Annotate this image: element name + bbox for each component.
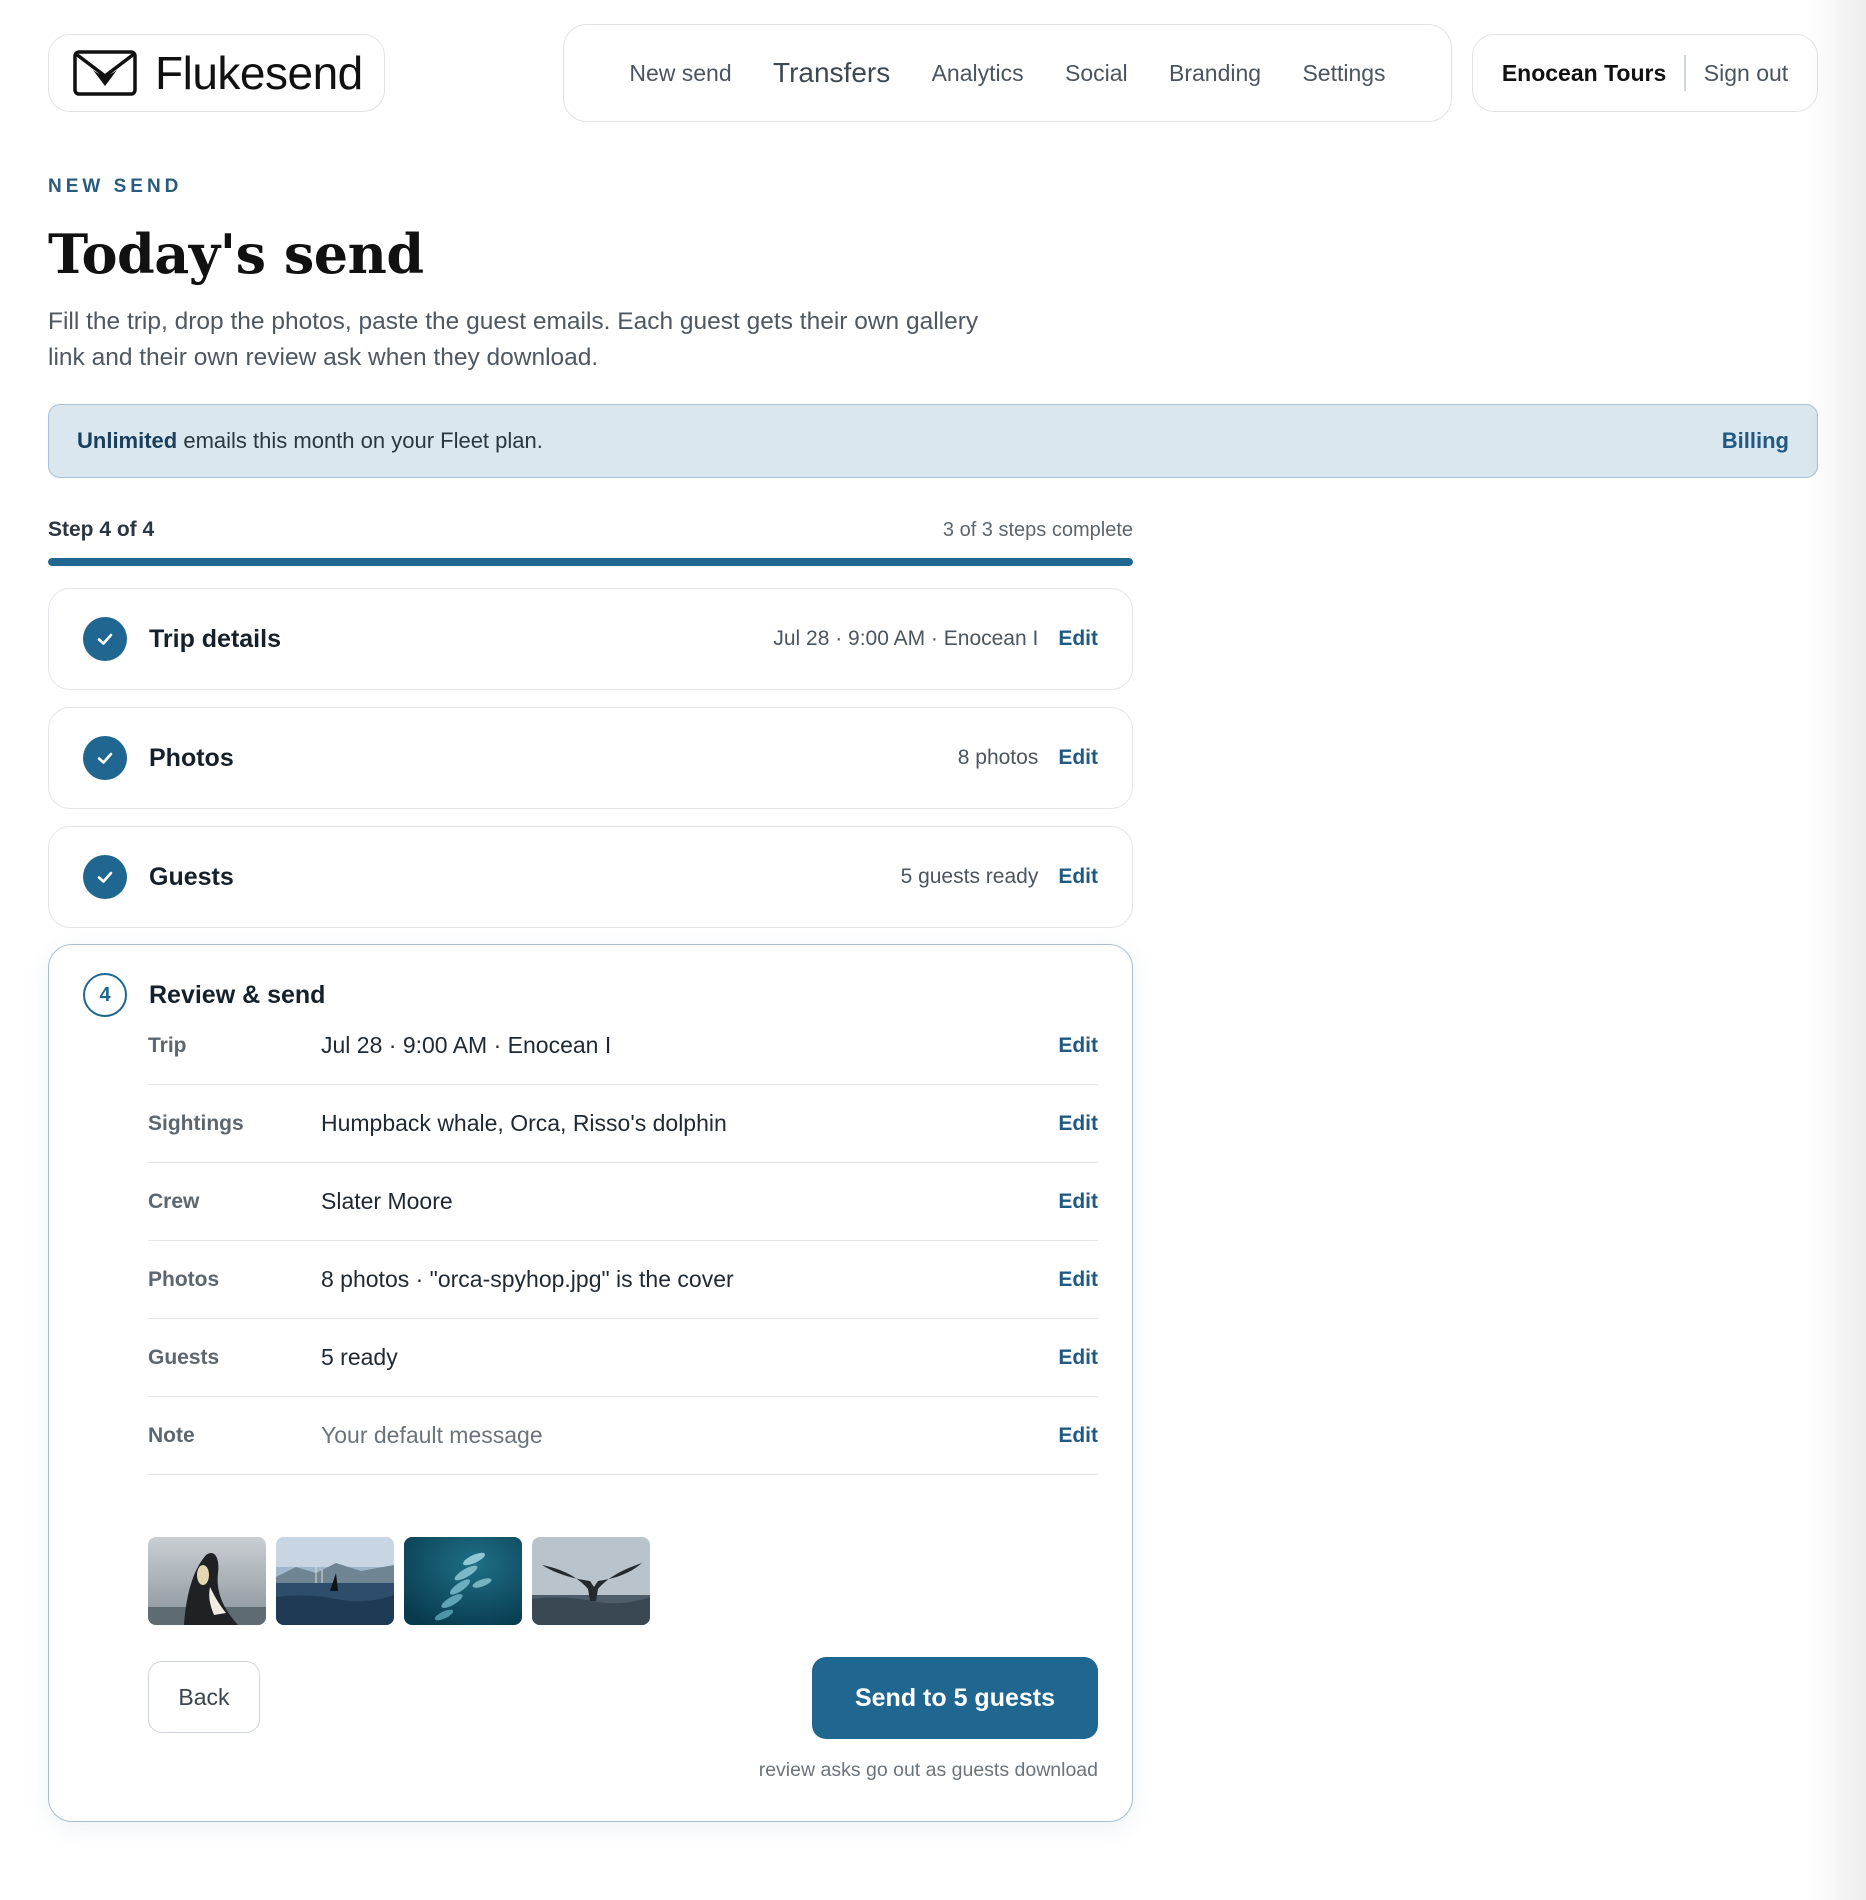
sign-out-link[interactable]: Sign out <box>1704 60 1788 87</box>
step-summary: 8 photos <box>957 746 1039 769</box>
review-row-sightings: Sightings Humpback whale, Orca, Risso's … <box>148 1085 1098 1163</box>
account-name: Enocean Tours <box>1501 59 1667 86</box>
edit-trip-details-link[interactable]: Edit <box>1058 627 1098 651</box>
review-title: Review & send <box>149 980 326 1009</box>
account-box: Enocean Tours Sign out <box>1472 34 1818 112</box>
edit-review-photos-link[interactable]: Edit <box>1058 1268 1098 1292</box>
send-button[interactable]: Send to 5 guests <box>812 1657 1098 1739</box>
edit-review-guests-link[interactable]: Edit <box>1058 1346 1098 1370</box>
row-value: Your default message <box>321 1422 543 1448</box>
step-count: 3 of 3 steps complete <box>942 519 1133 541</box>
row-label: Note <box>148 1423 195 1447</box>
orca-fin-photo <box>276 1537 394 1625</box>
row-value: 8 photos · "orca-spyhop.jpg" is the cove… <box>321 1266 734 1292</box>
banner-text: Unlimited emails this month on your Flee… <box>77 428 543 454</box>
send-hint: review asks go out as guests download <box>758 1759 1098 1781</box>
review-row-crew: Crew Slater Moore Edit <box>148 1163 1098 1241</box>
step-title: Guests <box>149 862 234 891</box>
edit-note-link[interactable]: Edit <box>1058 1424 1098 1448</box>
row-label: Trip <box>148 1033 187 1057</box>
brand-name: Flukesend <box>155 47 363 99</box>
review-send-card: 4 Review & send Trip Jul 28 · 9:00 AM · … <box>48 944 1133 1822</box>
review-row-trip: Trip Jul 28 · 9:00 AM · Enocean I Edit <box>148 1007 1098 1085</box>
whale-fluke-photo <box>532 1537 650 1625</box>
row-label: Guests <box>148 1345 220 1369</box>
step-trip-details: Trip details Jul 28 · 9:00 AM · Enocean … <box>48 588 1133 690</box>
nav-settings[interactable]: Settings <box>1302 60 1385 87</box>
check-icon <box>83 736 127 780</box>
row-label: Crew <box>148 1189 200 1213</box>
step-number-badge: 4 <box>83 973 127 1017</box>
review-summary-list: Trip Jul 28 · 9:00 AM · Enocean I Edit S… <box>148 1007 1098 1475</box>
page-title: Today's send <box>48 222 424 286</box>
photo-thumbnails <box>148 1537 650 1625</box>
page-eyebrow: NEW SEND <box>48 176 183 197</box>
progress-fill <box>48 558 1133 566</box>
nav-new-send[interactable]: New send <box>629 60 731 87</box>
edit-sightings-link[interactable]: Edit <box>1058 1112 1098 1136</box>
edit-trip-link[interactable]: Edit <box>1058 1034 1098 1058</box>
nav-social[interactable]: Social <box>1065 60 1128 87</box>
step-summary: 5 guests ready <box>900 865 1039 888</box>
row-value: Slater Moore <box>321 1188 453 1214</box>
envelope-fluke-icon <box>73 50 137 96</box>
nav-branding[interactable]: Branding <box>1169 60 1261 87</box>
plan-banner: Unlimited emails this month on your Flee… <box>48 404 1818 478</box>
row-value: 5 ready <box>321 1344 398 1370</box>
back-button[interactable]: Back <box>148 1661 260 1733</box>
row-value: Jul 28 · 9:00 AM · Enocean I <box>321 1032 612 1058</box>
edit-crew-link[interactable]: Edit <box>1058 1190 1098 1214</box>
page-edge-shadow <box>1806 0 1866 1900</box>
step-title: Trip details <box>149 624 281 653</box>
nav-analytics[interactable]: Analytics <box>932 60 1024 87</box>
check-icon <box>83 617 127 661</box>
dolphins-underwater-photo <box>404 1537 522 1625</box>
step-photos: Photos 8 photos Edit <box>48 707 1133 809</box>
row-label: Sightings <box>148 1111 244 1135</box>
account-divider <box>1684 55 1686 91</box>
nav-transfers[interactable]: Transfers <box>773 57 890 89</box>
step-label: Step 4 of 4 <box>48 518 155 541</box>
brand-logo[interactable]: Flukesend <box>48 34 385 112</box>
step-title: Photos <box>149 743 234 772</box>
step-guests: Guests 5 guests ready Edit <box>48 826 1133 928</box>
check-icon <box>83 855 127 899</box>
edit-guests-link[interactable]: Edit <box>1058 865 1098 889</box>
row-value: Humpback whale, Orca, Risso's dolphin <box>321 1110 727 1136</box>
edit-photos-link[interactable]: Edit <box>1058 746 1098 770</box>
review-row-note: Note Your default message Edit <box>148 1397 1098 1475</box>
orca-spyhop-photo <box>148 1537 266 1625</box>
review-row-guests: Guests 5 ready Edit <box>148 1319 1098 1397</box>
review-row-photos: Photos 8 photos · "orca-spyhop.jpg" is t… <box>148 1241 1098 1319</box>
page-description: Fill the trip, drop the photos, paste th… <box>48 308 979 371</box>
row-label: Photos <box>148 1267 220 1291</box>
banner-message: emails this month on your Fleet plan. <box>177 428 543 453</box>
billing-link[interactable]: Billing <box>1722 428 1789 454</box>
banner-strong: Unlimited <box>77 428 178 453</box>
progress-bar <box>48 558 1133 566</box>
step-summary: Jul 28 · 9:00 AM · Enocean I <box>773 627 1039 650</box>
main-nav: New send Transfers Analytics Social Bran… <box>563 24 1452 122</box>
